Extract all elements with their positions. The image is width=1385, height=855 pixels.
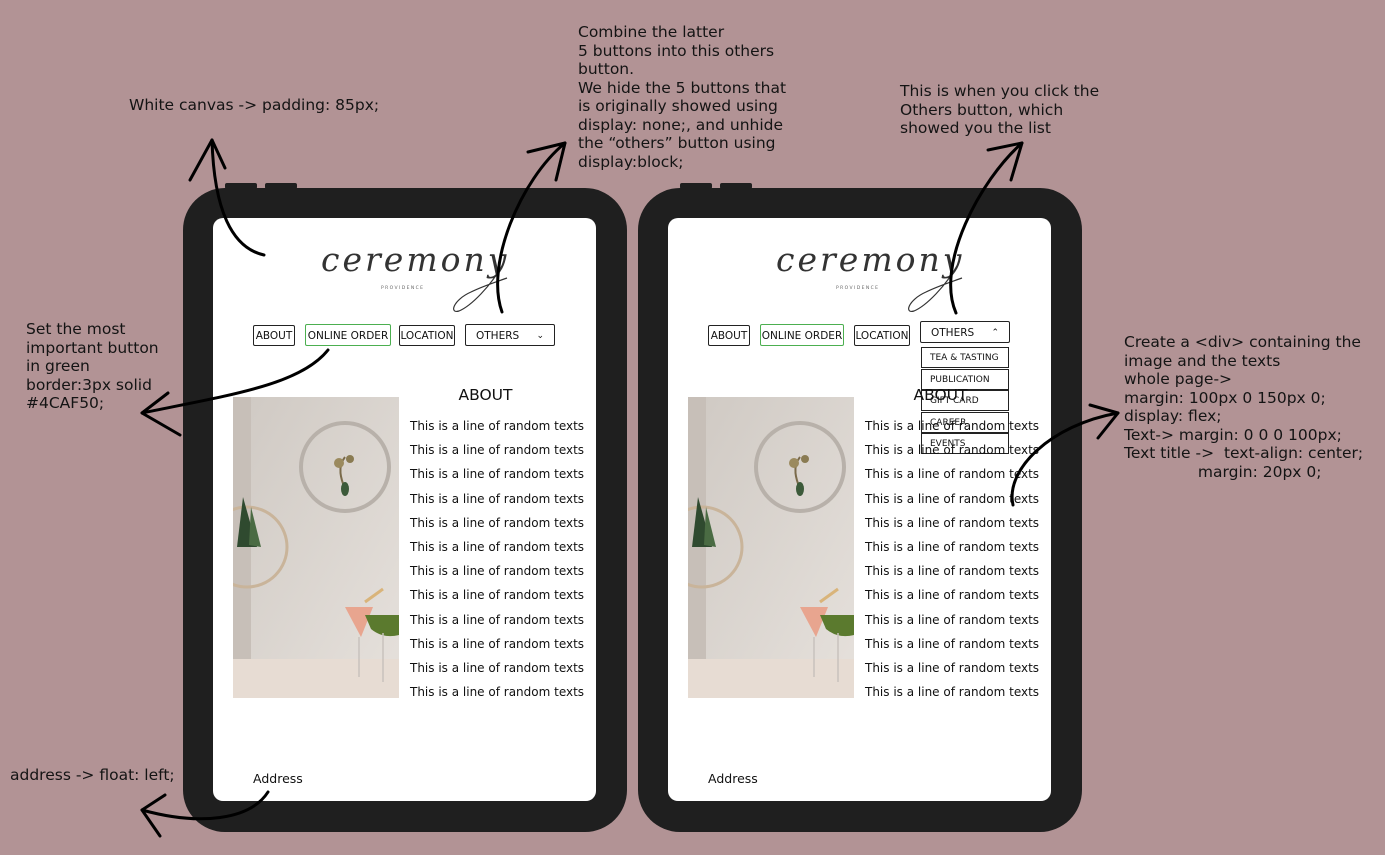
nav-about-button[interactable]: ABOUT: [708, 325, 750, 346]
arrow-div-layout-head: [1088, 403, 1120, 440]
text-line: This is a line of random texts: [865, 685, 1040, 700]
dropdown-item-tea-tasting[interactable]: TEA & TASTING: [921, 347, 1009, 368]
tablet-screen: ceremony PROVIDENCE ABOUT ONLINE ORDER L…: [213, 218, 596, 801]
text-line: This is a line of random texts: [410, 636, 585, 651]
text-line: This is a line of random texts: [865, 660, 1040, 675]
text-line: This is a line of random texts: [865, 467, 1040, 482]
text-line: This is a line of random texts: [410, 491, 585, 506]
about-section-title: ABOUT: [458, 386, 513, 404]
text-line: This is a line of random texts: [410, 588, 585, 603]
random-text-list: This is a line of random texts This is a…: [865, 418, 1039, 708]
nav-others-button[interactable]: OTHERS ⌃: [920, 321, 1010, 343]
text-line: This is a line of random texts: [865, 564, 1040, 579]
note-combine-buttons: Combine the latter 5 buttons into this o…: [578, 23, 787, 171]
logo-subtitle: PROVIDENCE: [836, 286, 880, 291]
arrow-padding-head: [188, 138, 227, 182]
random-text-list: This is a line of random texts This is a…: [410, 418, 584, 708]
note-address-float: address -> float: left;: [10, 766, 175, 784]
text-line: This is a line of random texts: [410, 419, 585, 433]
text-line: This is a line of random texts: [865, 636, 1040, 651]
text-line: This is a line of random texts: [865, 443, 1040, 458]
text-line: This is a line of random texts: [410, 539, 585, 554]
text-line: This is a line of random texts: [865, 588, 1040, 603]
logo-subtitle: PROVIDENCE: [381, 286, 425, 291]
text-line: This is a line of random texts: [865, 539, 1040, 554]
tablet-default-state: ceremony PROVIDENCE ABOUT ONLINE ORDER L…: [183, 188, 627, 832]
text-line: This is a line of random texts: [410, 685, 585, 700]
chevron-up-icon: ⌃: [991, 328, 999, 338]
address-link[interactable]: Address: [708, 771, 758, 786]
nav-online-order-button[interactable]: ONLINE ORDER: [760, 324, 844, 346]
note-padding: White canvas -> padding: 85px;: [129, 96, 380, 114]
text-line: This is a line of random texts: [865, 419, 1040, 433]
text-line: This is a line of random texts: [410, 515, 585, 530]
about-section-title: ABOUT: [913, 386, 968, 404]
note-important-button: Set the most important button in green b…: [26, 320, 159, 412]
others-label: OTHERS: [931, 327, 975, 339]
arrow-address-head: [140, 793, 167, 838]
text-line: This is a line of random texts: [410, 564, 585, 579]
text-line: This is a line of random texts: [410, 660, 585, 675]
logo-flourish: [908, 263, 963, 312]
others-label: OTHERS: [476, 330, 520, 342]
text-line: This is a line of random texts: [410, 612, 585, 627]
arrow-combine-head: [526, 141, 567, 182]
text-line: This is a line of random texts: [410, 443, 585, 458]
text-line: This is a line of random texts: [865, 612, 1040, 627]
nav-about-button[interactable]: ABOUT: [253, 325, 295, 346]
tablet-screen: ceremony PROVIDENCE ABOUT ONLINE ORDER L…: [668, 218, 1051, 801]
nav-location-button[interactable]: LOCATION: [399, 325, 455, 346]
tablet-dropdown-open-state: ceremony PROVIDENCE ABOUT ONLINE ORDER L…: [638, 188, 1082, 832]
cocktail-photo: [233, 397, 399, 698]
text-line: This is a line of random texts: [865, 515, 1040, 530]
nav-others-button[interactable]: OTHERS ⌄: [465, 324, 555, 346]
ceremony-logo: ceremony PROVIDENCE: [776, 236, 963, 312]
ceremony-logo: ceremony PROVIDENCE: [321, 236, 508, 312]
cocktail-photo: [688, 397, 854, 698]
text-line: This is a line of random texts: [410, 467, 585, 482]
note-div-layout: Create a <div> containing the image and …: [1124, 333, 1364, 481]
address-link[interactable]: Address: [253, 771, 303, 786]
chevron-down-icon: ⌄: [536, 331, 544, 341]
logo-flourish: [453, 263, 508, 312]
nav-online-order-button[interactable]: ONLINE ORDER: [305, 324, 391, 346]
nav-location-button[interactable]: LOCATION: [854, 325, 910, 346]
arrow-click-others-head: [986, 141, 1024, 182]
note-click-others: This is when you click the Others button…: [900, 82, 1100, 137]
text-line: This is a line of random texts: [865, 491, 1040, 506]
